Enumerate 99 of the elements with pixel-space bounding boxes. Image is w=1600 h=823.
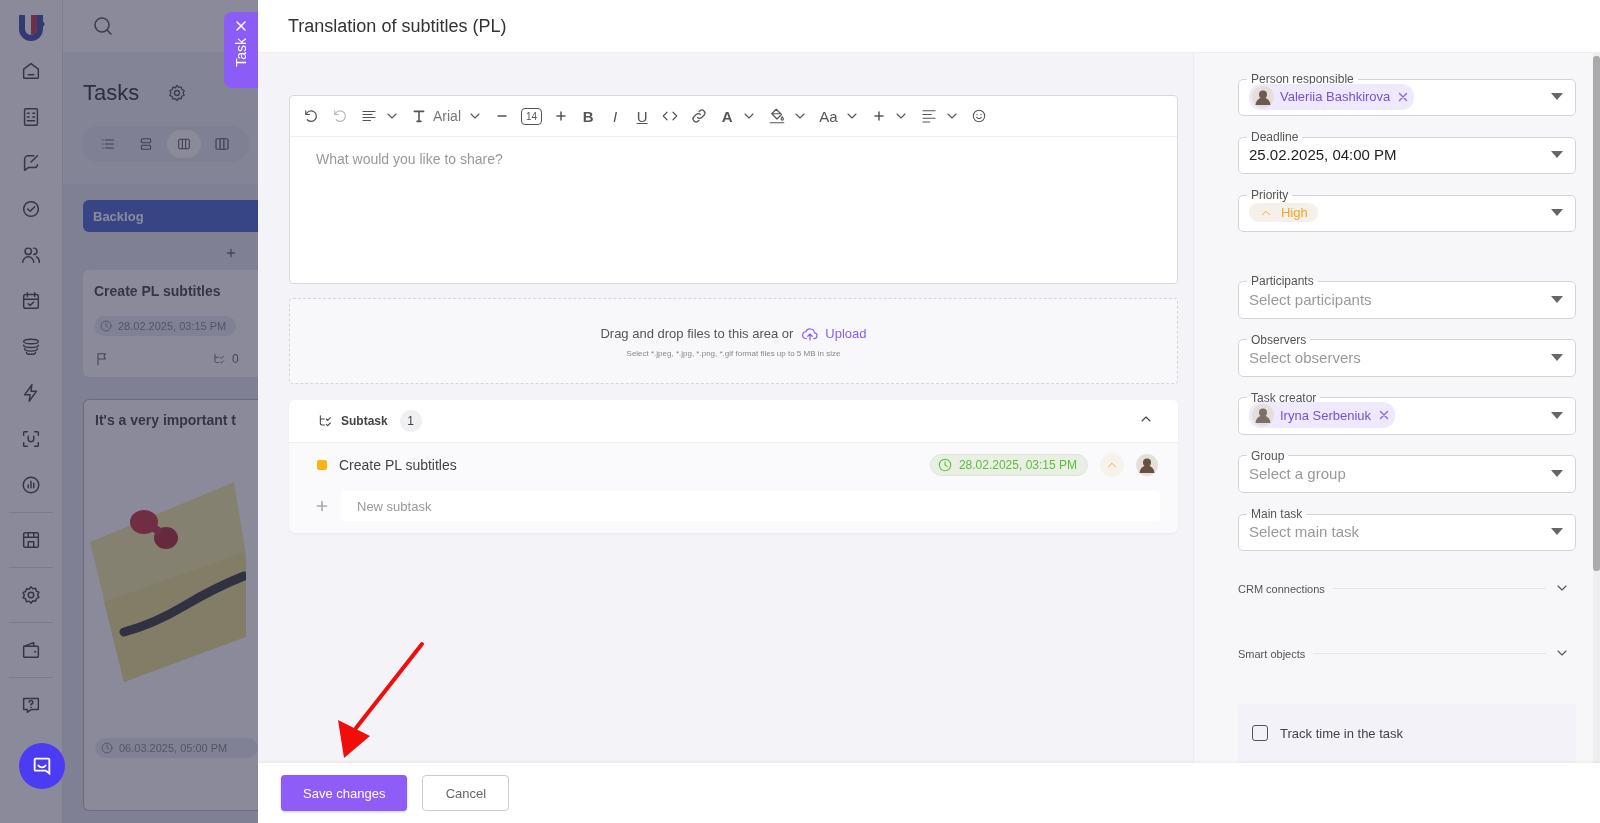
scrollbar-thumb[interactable] xyxy=(1593,56,1600,571)
card-title: Create PL subtitles xyxy=(94,283,221,299)
modal-title: Translation of subtitles (PL) xyxy=(288,15,507,37)
font-dropdown[interactable]: Arial xyxy=(433,108,461,124)
store-icon[interactable] xyxy=(20,529,42,551)
avatar-icon xyxy=(1252,85,1274,108)
upload-link[interactable]: Upload xyxy=(801,324,867,343)
text-case-button[interactable]: Aa xyxy=(819,107,838,125)
dropdown-caret-icon xyxy=(1551,151,1563,159)
subtasks-icon xyxy=(317,413,333,429)
count-badge: 1 xyxy=(399,410,422,432)
select-field[interactable]: Main task Select main task xyxy=(1238,507,1576,552)
italic-button[interactable]: I xyxy=(607,107,624,125)
upload-hint: Select *.jpeg, *.jpg, *.png, *.gif format files up to 5 MB in size xyxy=(626,348,841,358)
dropdown-caret-icon xyxy=(1551,295,1563,303)
dropdown-caret-icon xyxy=(1551,353,1563,361)
dropdown-caret-icon xyxy=(1551,411,1563,419)
add-icon[interactable] xyxy=(224,246,238,260)
subtask-title[interactable]: Create PL subtitles xyxy=(339,457,918,473)
field-label: Task creator xyxy=(1250,390,1318,405)
field-label: Deadline xyxy=(1250,130,1300,145)
field-label: Participants xyxy=(1250,274,1315,289)
dropdown-caret-icon xyxy=(1551,93,1563,101)
upload-area[interactable]: Drag and drop files to this area or Upload Select *.jpeg, *.jpg, *.png, *.gif format files up to 5 MB in size xyxy=(289,298,1178,384)
field-placeholder: Select participants xyxy=(1249,290,1372,308)
person-chip[interactable]: Valeriia Bashkirova xyxy=(1249,83,1415,110)
wallet-icon[interactable] xyxy=(20,639,42,661)
columns-icon xyxy=(176,136,192,152)
section-title[interactable]: Smart objects xyxy=(1238,648,1306,660)
section-title[interactable]: CRM connections xyxy=(1238,582,1325,595)
text-color-button[interactable]: A xyxy=(719,107,736,125)
text-editor[interactable]: Arial 14 B I U A Aa What would you like to share? xyxy=(289,95,1178,284)
view-toggle[interactable] xyxy=(167,130,201,158)
priority-chip: High xyxy=(1249,203,1318,223)
users-icon[interactable] xyxy=(20,244,42,266)
emoji-icon[interactable] xyxy=(970,108,987,124)
home-icon[interactable] xyxy=(20,60,42,82)
settings-icon[interactable] xyxy=(167,83,188,103)
scan-icon[interactable] xyxy=(20,428,42,450)
close-icon[interactable] xyxy=(233,18,249,34)
font-size-field[interactable]: 14 xyxy=(521,107,543,125)
bold-button[interactable]: B xyxy=(580,107,597,125)
column-header: Backlog xyxy=(83,200,258,232)
clock-icon xyxy=(100,741,114,755)
checkbox-label[interactable]: Track time in the task xyxy=(1280,725,1404,741)
settings-icon[interactable] xyxy=(20,584,42,606)
chat-icon xyxy=(31,755,53,777)
cancel-button[interactable]: Cancel xyxy=(422,775,510,811)
underline-button[interactable]: U xyxy=(634,107,651,125)
field-placeholder: Select a group xyxy=(1249,465,1346,482)
clock-icon xyxy=(99,319,113,333)
select-field[interactable]: Task creator Iryna Serbeniuk xyxy=(1238,390,1576,435)
text-format-icon[interactable] xyxy=(411,108,427,124)
select-field[interactable]: Group Select a group xyxy=(1238,448,1576,494)
rows-icon xyxy=(138,136,154,152)
field-value: 25.02.2025, 04:00 PM xyxy=(1249,146,1397,164)
field-label: Main task xyxy=(1250,507,1304,522)
chart-icon[interactable] xyxy=(20,474,42,496)
clock-icon xyxy=(936,457,953,473)
logo-icon[interactable] xyxy=(17,12,45,42)
new-subtask-field[interactable]: New subtask xyxy=(341,491,1160,521)
search-icon[interactable] xyxy=(91,14,115,38)
select-field[interactable]: Person responsible Valeriia Bashkirova xyxy=(1238,72,1576,117)
avatar-icon xyxy=(1136,454,1158,476)
align-left-icon[interactable] xyxy=(919,107,938,125)
card-title: It's a very important t xyxy=(95,412,238,428)
field-label: Observers xyxy=(1250,332,1308,347)
columns-icon xyxy=(213,135,231,153)
list-icon xyxy=(100,136,116,152)
field-label: Group xyxy=(1250,448,1286,463)
deadline-chip: 28.02.2025, 03:15 PM xyxy=(929,454,1088,476)
select-field[interactable]: Priority High xyxy=(1238,188,1576,233)
avatar-icon xyxy=(1252,404,1274,427)
checkbox[interactable] xyxy=(1252,725,1268,742)
stack-icon[interactable] xyxy=(20,336,42,358)
save-button[interactable]: Save changes xyxy=(281,775,408,811)
dropdown-caret-icon xyxy=(1551,470,1563,477)
page-title: Tasks xyxy=(83,80,140,106)
message-field[interactable]: What would you like to share? xyxy=(290,137,1177,283)
fill-color-icon[interactable] xyxy=(768,107,787,125)
subtasks-icon xyxy=(212,352,226,366)
link-icon[interactable] xyxy=(690,107,709,125)
upload-text: Drag and drop files to this area or xyxy=(600,326,794,341)
section-title: Subtask xyxy=(341,414,388,428)
check-circle-icon[interactable] xyxy=(20,198,42,220)
field-placeholder: Select observers xyxy=(1249,348,1361,366)
person-chip[interactable]: Iryna Serbeniuk xyxy=(1249,402,1396,429)
undo-icon[interactable] xyxy=(302,107,320,125)
select-field[interactable]: Observers Select observers xyxy=(1238,332,1576,377)
task-tab[interactable]: Task xyxy=(224,12,258,88)
dropdown-caret-icon xyxy=(1551,209,1563,217)
select-field[interactable]: Deadline 25.02.2025, 04:00 PM xyxy=(1238,130,1576,175)
calendar-icon[interactable] xyxy=(20,290,42,312)
field-label: Priority xyxy=(1250,188,1290,203)
field-label: Person responsible xyxy=(1250,72,1355,86)
subtask-count: 0 xyxy=(232,352,239,366)
dropdown-caret-icon xyxy=(1551,528,1563,536)
field-placeholder: Select main task xyxy=(1249,523,1360,541)
select-field[interactable]: Participants Select participants xyxy=(1238,274,1576,319)
